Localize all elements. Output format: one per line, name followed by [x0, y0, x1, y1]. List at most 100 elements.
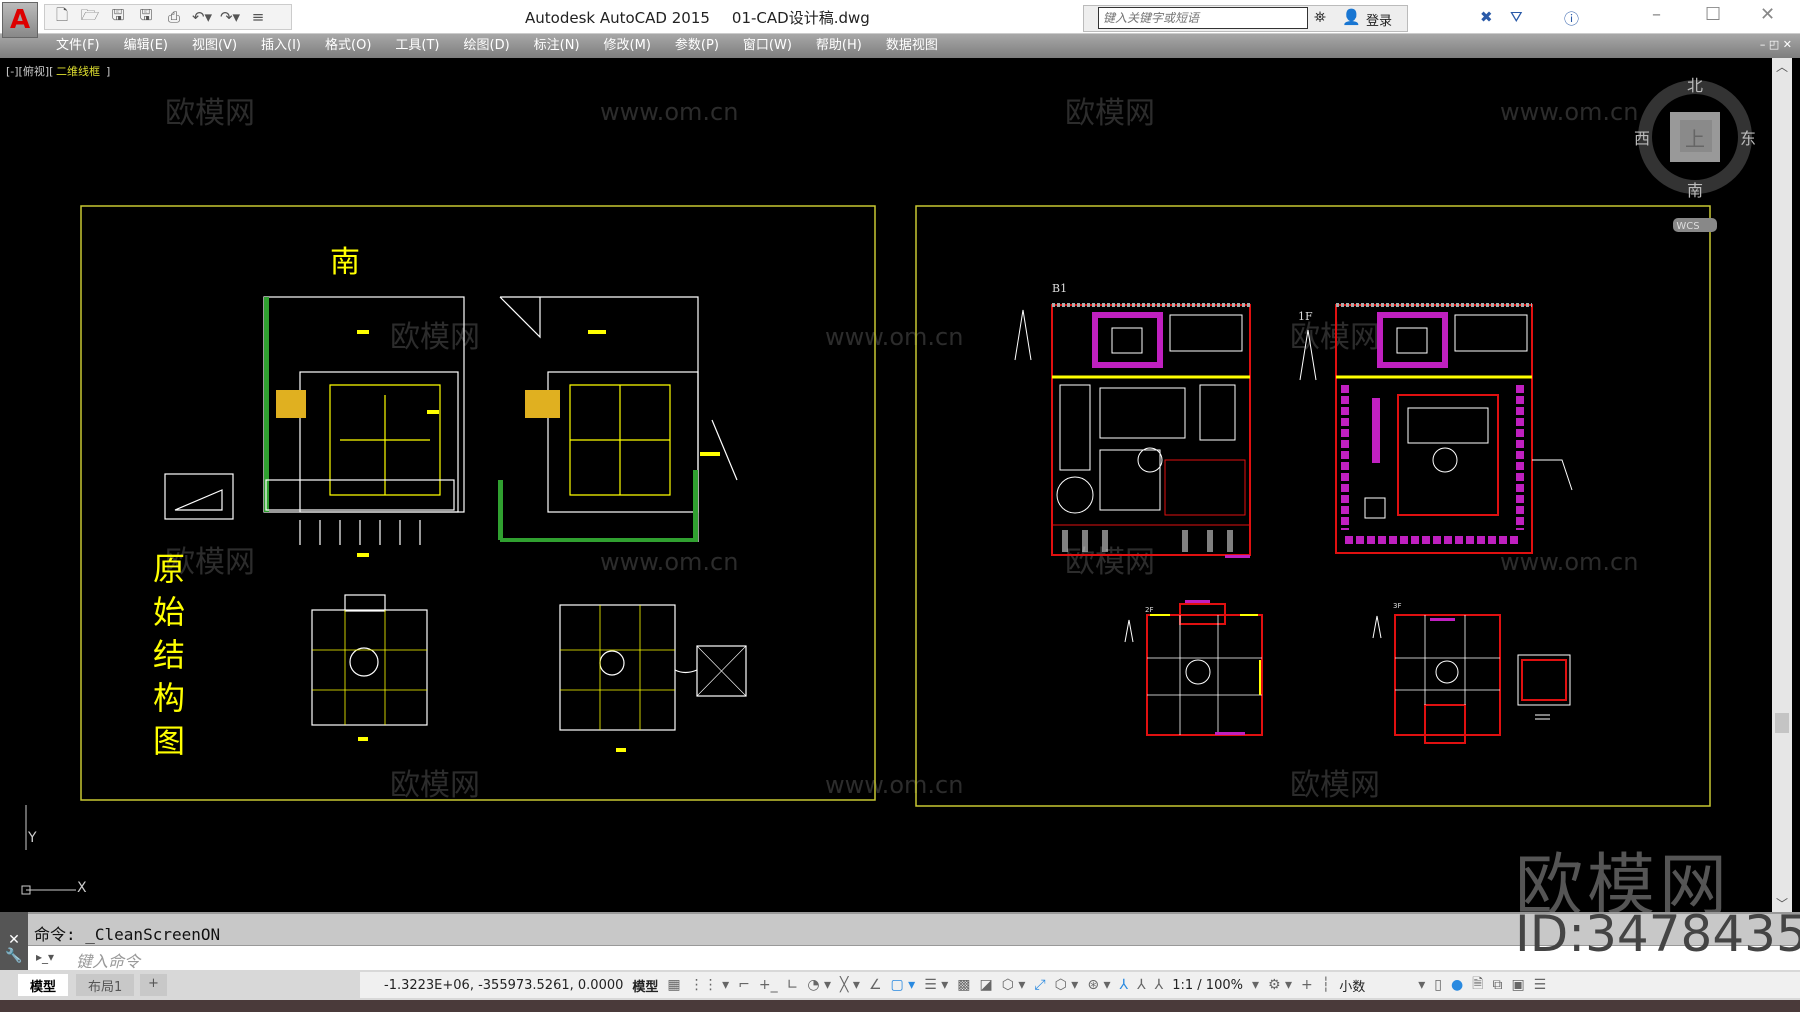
- watermark-url: www.om.cn: [600, 548, 738, 576]
- coordinates-readout[interactable]: -1.3223E+06, -355973.5261, 0.0000: [384, 978, 623, 993]
- dynamic-input-icon[interactable]: +_: [759, 977, 778, 993]
- visual-style-label[interactable]: 二维线框: [56, 64, 100, 78]
- search-input[interactable]: [1098, 7, 1308, 29]
- workspace-gear-icon[interactable]: ⚙ ▾: [1268, 977, 1292, 993]
- application-menu-button[interactable]: A: [2, 2, 38, 38]
- lock-ui-icon[interactable]: ●: [1451, 977, 1463, 993]
- viewcube[interactable]: 上 北 南 西 东 WCS: [1634, 76, 1756, 232]
- new-icon[interactable]: 🗋: [51, 5, 73, 30]
- infer-constraints-icon[interactable]: ⌐: [738, 977, 750, 993]
- gizmo-icon[interactable]: ⊛ ▾: [1087, 977, 1110, 993]
- save-icon[interactable]: 🖫: [107, 5, 129, 30]
- title-char: 图: [153, 722, 185, 760]
- user-icon[interactable]: 👤: [1342, 8, 1361, 26]
- menu-bar: 文件(F) 编辑(E) 视图(V) 插入(I) 格式(O) 工具(T) 绘图(D…: [0, 34, 1800, 58]
- menu-parametric[interactable]: 参数(P): [675, 34, 719, 58]
- menu-format[interactable]: 格式(O): [325, 34, 371, 58]
- login-button[interactable]: 登录: [1366, 10, 1392, 29]
- model-space-button[interactable]: 模型: [632, 976, 658, 995]
- left-drawing-frame: [80, 205, 876, 801]
- floor-plan-2f: 2F: [1124, 600, 1263, 736]
- object-snap-tracking-icon[interactable]: ∠: [869, 977, 882, 993]
- floor-label: B1: [1052, 282, 1067, 295]
- print-icon[interactable]: ⎙: [163, 8, 185, 26]
- clean-screen-icon[interactable]: ▣: [1511, 977, 1524, 993]
- menu-draw[interactable]: 绘图(D): [464, 34, 510, 58]
- wcs-menu[interactable]: WCS: [1676, 221, 1699, 232]
- dynamic-ucs-icon[interactable]: ⤢: [1034, 977, 1045, 993]
- lineweight-icon[interactable]: ☰ ▾: [924, 977, 948, 993]
- customize-icon[interactable]: ≡: [247, 8, 269, 26]
- menu-edit[interactable]: 编辑(E): [124, 34, 168, 58]
- floor-plan-b1: B1: [1014, 282, 1251, 558]
- viewcube-face-top[interactable]: 上: [1685, 127, 1705, 151]
- menu-help[interactable]: 帮助(H): [816, 34, 862, 58]
- compass-east[interactable]: 东: [1740, 129, 1756, 148]
- hardware-acceleration-icon[interactable]: ⧉: [1492, 977, 1502, 993]
- save-as-icon[interactable]: 🖫: [135, 5, 157, 30]
- quick-properties-icon[interactable]: ▯: [1434, 977, 1442, 993]
- title-char: 构: [153, 679, 185, 717]
- watermarks: 欧模网 www.om.cn 欧模网 www.om.cn 欧模网 www.om.c…: [165, 96, 1638, 803]
- isolate-objects-icon[interactable]: 🗎: [1472, 973, 1483, 997]
- 3d-osnap-icon[interactable]: ⬡ ▾: [1002, 977, 1026, 993]
- units-icon: ┆: [1321, 977, 1331, 993]
- menu-data-view[interactable]: 数据视图: [886, 34, 938, 58]
- document-window-controls[interactable]: – ◰ ✕: [1760, 38, 1792, 51]
- menu-modify[interactable]: 修改(M): [604, 34, 651, 58]
- vertical-scrollbar[interactable]: ︿ ﹀: [1772, 58, 1792, 912]
- add-layout-button[interactable]: +: [140, 974, 167, 996]
- maximize-button[interactable]: ☐: [1705, 4, 1721, 25]
- annotation-monitor-icon[interactable]: +: [1301, 977, 1313, 993]
- menu-tools[interactable]: 工具(T): [395, 34, 439, 58]
- polar-icon[interactable]: ◔ ▾: [807, 977, 831, 993]
- customize-command-icon[interactable]: 🔧: [0, 948, 28, 964]
- compass-south[interactable]: 南: [1687, 181, 1703, 200]
- annotation-visibility-icon[interactable]: ⅄: [1120, 977, 1129, 993]
- command-prompt-icon[interactable]: ▸_▾: [36, 950, 54, 964]
- binoculars-icon[interactable]: ⛯: [1314, 8, 1326, 26]
- transparency-icon[interactable]: ▩: [957, 977, 970, 993]
- command-line-handle[interactable]: ✕ 🔧: [0, 912, 28, 970]
- command-history-text: 命令: _CleanScreenON: [34, 925, 221, 944]
- menu-dimension[interactable]: 标注(N): [534, 34, 580, 58]
- title-char: 始: [153, 593, 185, 631]
- file-name: 01-CAD设计稿.dwg: [731, 9, 870, 27]
- tab-layout1[interactable]: 布局1: [76, 974, 135, 996]
- auto-scale-icon[interactable]: ⅄: [1137, 977, 1146, 993]
- grid-icon[interactable]: ▦: [667, 977, 680, 993]
- selection-cycling-icon[interactable]: ◪: [979, 977, 992, 993]
- annotation-scale-icon[interactable]: ⅄: [1155, 977, 1164, 993]
- close-button[interactable]: ✕: [1760, 4, 1775, 25]
- ortho-icon[interactable]: ∟: [787, 977, 799, 993]
- status-bar: 模型 布局1 + -1.3223E+06, -355973.5261, 0.00…: [0, 970, 1800, 1000]
- tab-model[interactable]: 模型: [18, 974, 69, 996]
- compass-north[interactable]: 北: [1687, 76, 1703, 95]
- menu-insert[interactable]: 插入(I): [261, 34, 301, 58]
- menu-file[interactable]: 文件(F): [56, 34, 100, 58]
- a360-icon[interactable]: ⛛: [1510, 8, 1523, 26]
- minimize-button[interactable]: –: [1652, 4, 1661, 25]
- undo-icon[interactable]: ↶▾: [191, 8, 213, 26]
- object-snap-icon[interactable]: ▢ ▾: [891, 977, 916, 993]
- redo-icon[interactable]: ↷▾: [219, 8, 241, 26]
- open-icon[interactable]: 🗁: [79, 5, 101, 30]
- units-dropdown[interactable]: 小数: [1339, 976, 1409, 995]
- customization-menu-icon[interactable]: ☰: [1534, 977, 1547, 993]
- snap-icon[interactable]: ⋮⋮ ▾: [690, 977, 729, 993]
- drawing-viewport[interactable]: [-][俯视][ 二维线框 ] 欧模网 www.om.cn 欧模网 www.om…: [0, 58, 1770, 912]
- watermark-logo: 欧模网: [390, 768, 480, 803]
- scroll-thumb[interactable]: [1775, 713, 1789, 733]
- ucs-icon: Y X: [21, 805, 87, 896]
- annotation-scale-dropdown[interactable]: 1:1 / 100%: [1172, 978, 1243, 993]
- close-command-icon[interactable]: ✕: [0, 932, 28, 948]
- scroll-up-icon[interactable]: ︿: [1772, 58, 1792, 75]
- viewport-controls[interactable]: [-][俯视][: [6, 64, 53, 78]
- compass-west[interactable]: 西: [1634, 129, 1650, 148]
- menu-view[interactable]: 视图(V): [192, 34, 237, 58]
- selection-filter-icon[interactable]: ⬡ ▾: [1055, 977, 1079, 993]
- isodraft-icon[interactable]: ╳ ▾: [840, 977, 860, 993]
- exchange-icon[interactable]: ✖: [1480, 8, 1493, 26]
- menu-window[interactable]: 窗口(W): [743, 34, 792, 58]
- help-icon[interactable]: ⓘ: [1564, 8, 1579, 29]
